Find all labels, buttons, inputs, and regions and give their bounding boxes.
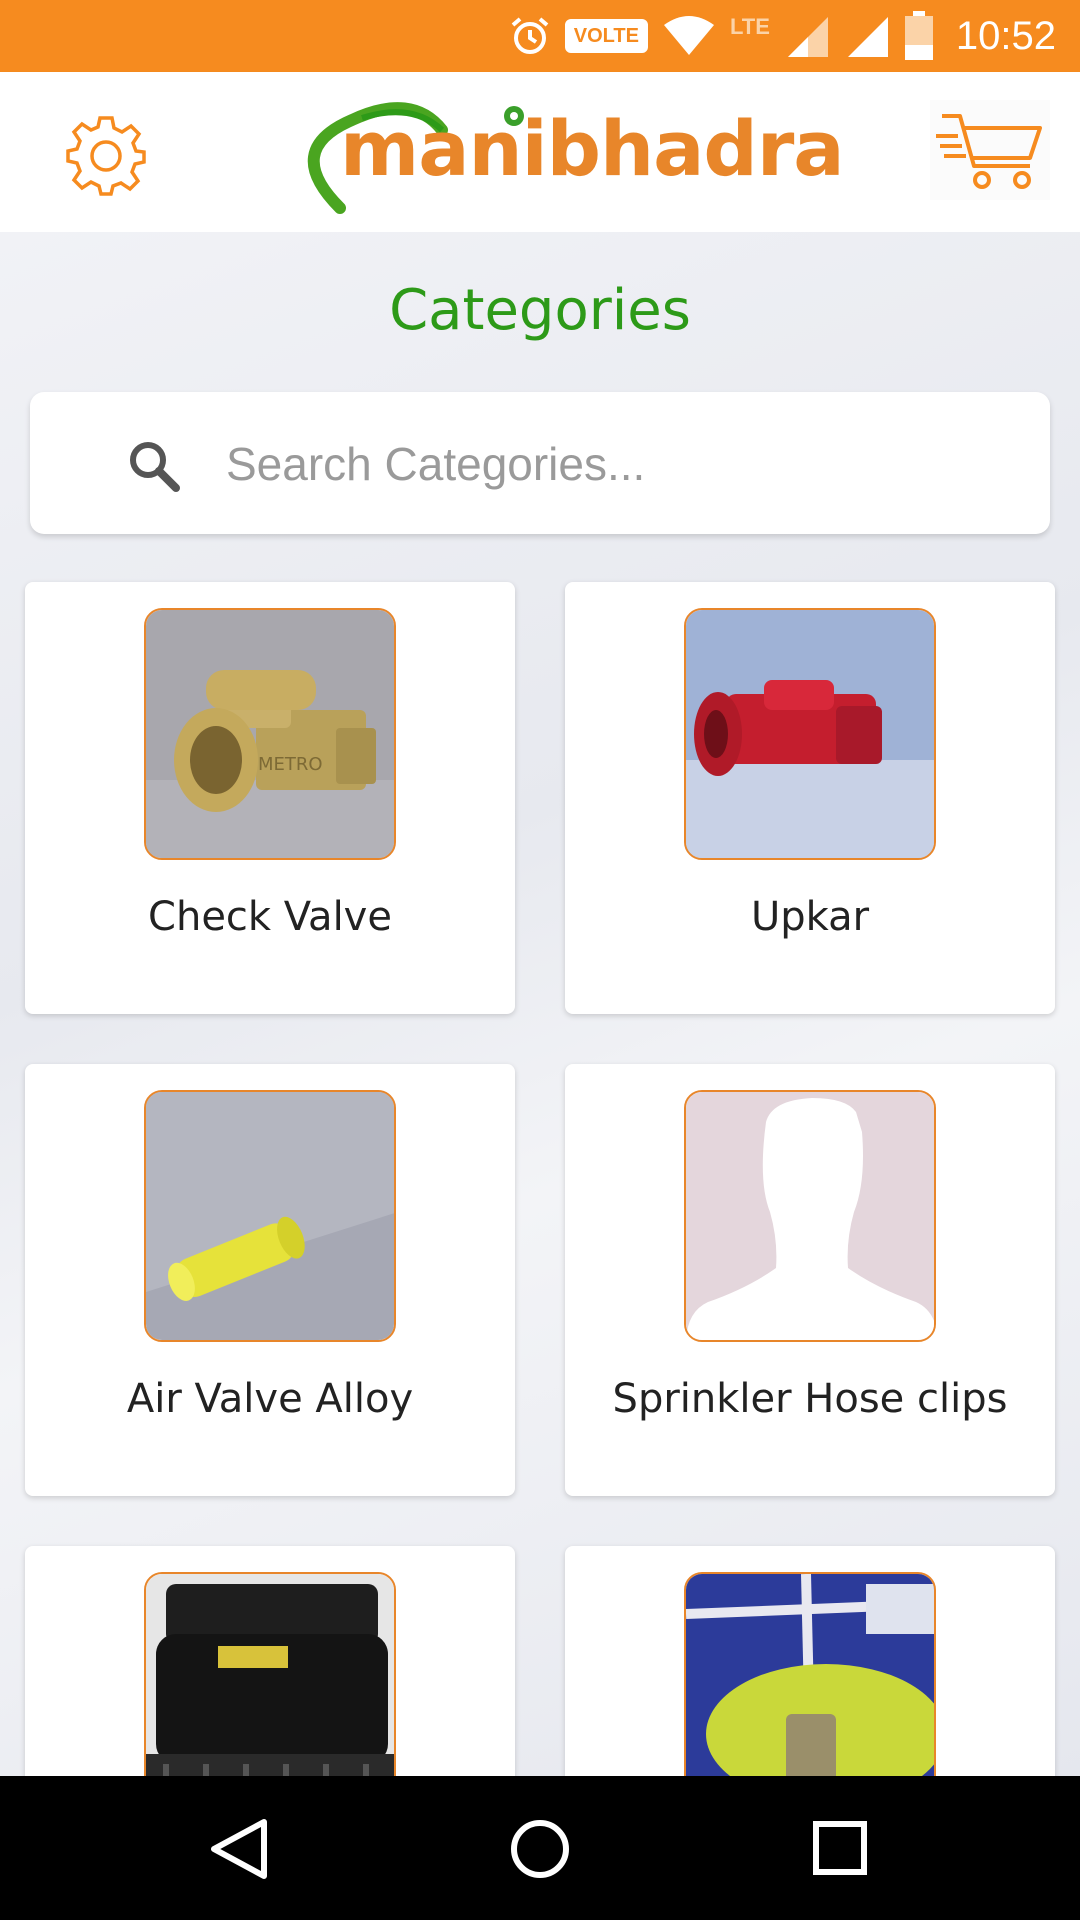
category-image [684, 608, 936, 860]
category-image: METRO [144, 608, 396, 860]
home-icon[interactable] [500, 1814, 580, 1884]
system-nav-bar [0, 1776, 1080, 1920]
page-title: Categories [389, 278, 691, 343]
category-label: Check Valve [148, 894, 392, 940]
wifi-icon [663, 16, 714, 55]
status-bar: VOLTE LTE 10:52 [0, 0, 1080, 72]
category-card-upkar[interactable]: Upkar [565, 582, 1055, 1014]
category-card-air-valve-alloy[interactable]: Air Valve Alloy [25, 1064, 515, 1496]
recents-icon[interactable] [800, 1814, 880, 1884]
back-icon[interactable] [200, 1814, 280, 1884]
category-card-sprinkler-hose-clips[interactable]: Sprinkler Hose clips [565, 1064, 1055, 1496]
search-icon [130, 442, 180, 492]
clock: 10:52 [955, 13, 1056, 58]
battery-icon [904, 11, 933, 60]
logo-text: manibhadra [340, 104, 845, 193]
app-header: manibhadra [0, 72, 1080, 232]
cart-icon[interactable] [930, 100, 1050, 200]
search-input[interactable] [226, 432, 1006, 496]
signal-icon [787, 17, 828, 57]
category-label: Upkar [750, 894, 870, 940]
svg-text:METRO: METRO [258, 754, 323, 775]
gear-icon[interactable] [64, 114, 148, 198]
category-image [144, 1090, 396, 1342]
category-card-check-valve[interactable]: METRO Check Valve [25, 582, 515, 1014]
search-bar[interactable] [30, 392, 1050, 534]
network-type: LTE [729, 14, 770, 39]
volte-badge: VOLTE [564, 19, 648, 53]
category-image [684, 1090, 936, 1342]
signal-icon [847, 17, 888, 57]
status-icons: VOLTE LTE 10:52 [509, 0, 1056, 72]
brand-logo: manibhadra [292, 90, 845, 220]
category-label: Sprinkler Hose clips [612, 1376, 1008, 1422]
category-label: Air Valve Alloy [126, 1376, 414, 1422]
alarm-icon [511, 17, 549, 54]
